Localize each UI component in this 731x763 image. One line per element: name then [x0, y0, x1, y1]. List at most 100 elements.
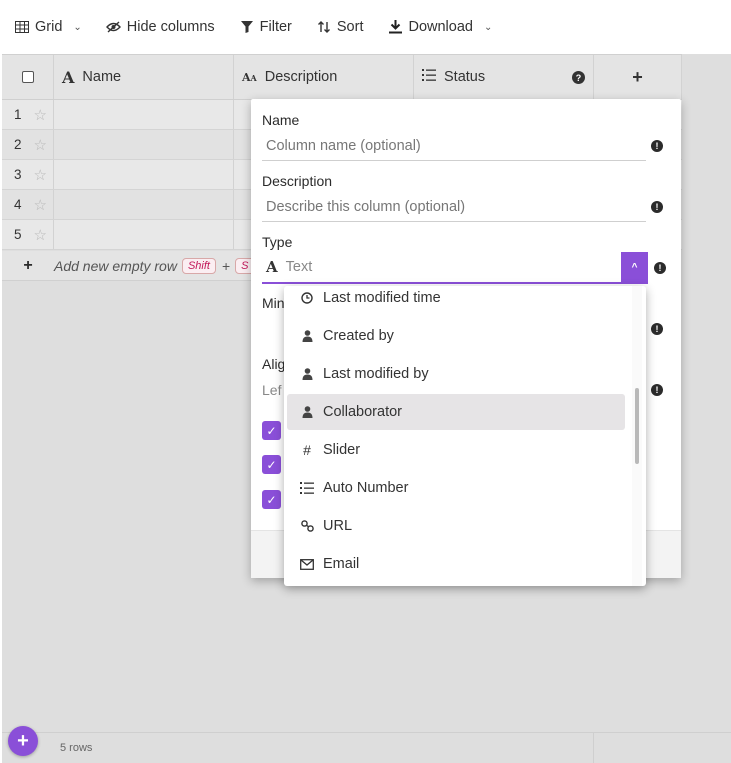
menu-item-slider[interactable]: # Slider: [287, 432, 625, 468]
person-icon: [299, 330, 315, 342]
column-name-input[interactable]: Column name (optional): [262, 131, 646, 161]
hide-columns-button[interactable]: Hide columns: [104, 12, 225, 42]
option-checkbox[interactable]: ✓: [262, 421, 281, 440]
type-select[interactable]: A Text ^: [262, 252, 648, 284]
column-header-status[interactable]: Status ?: [414, 55, 594, 99]
row-number: 1: [14, 107, 22, 122]
plus-icon[interactable]: +: [2, 257, 54, 275]
menu-item-label: Collaborator: [323, 404, 402, 420]
menu-item-last-modified-by[interactable]: Last modified by: [287, 356, 625, 392]
grid-view-button[interactable]: Grid ⌄: [12, 12, 92, 42]
footer-divider: [593, 733, 594, 763]
add-row-bar[interactable]: + Add new empty row Shift + S: [2, 251, 256, 281]
option-checkbox[interactable]: ✓: [262, 455, 281, 474]
info-icon[interactable]: !: [651, 384, 663, 396]
align-field-value[interactable]: Lef: [262, 382, 284, 398]
column-header-description[interactable]: AA Description: [234, 55, 414, 99]
table-cell[interactable]: [54, 160, 234, 189]
hash-icon: #: [303, 442, 311, 458]
row-number: 2: [14, 137, 22, 152]
type-dropdown-menu: Last modified time Created by Last modif…: [284, 286, 646, 586]
star-icon[interactable]: ☆: [34, 166, 47, 184]
column-header-description-label: Description: [264, 69, 338, 85]
info-icon[interactable]: !: [654, 262, 666, 274]
shortcut-key: Shift: [181, 257, 216, 274]
long-text-type-icon: AA: [242, 70, 257, 84]
menu-item-label: Created by: [323, 328, 394, 344]
add-column-button[interactable]: +: [594, 55, 682, 99]
star-icon[interactable]: ☆: [34, 136, 47, 154]
menu-item-email[interactable]: Email: [287, 546, 625, 582]
menu-item-created-by[interactable]: Created by: [287, 318, 625, 354]
description-field-label: Description: [262, 173, 333, 189]
info-icon[interactable]: !: [651, 140, 663, 152]
chevron-down-icon: ⌄: [73, 21, 82, 33]
grid-view-label: Grid: [35, 19, 63, 35]
add-row-label: Add new empty row: [54, 257, 177, 274]
row-number: 3: [14, 167, 22, 182]
row-number-cell: 5 ☆: [2, 220, 54, 249]
plus-icon: +: [17, 729, 29, 752]
menu-item-collaborator[interactable]: Collaborator: [287, 394, 625, 430]
menu-item-label: Email: [323, 556, 360, 572]
person-icon: [299, 406, 315, 418]
column-header-name[interactable]: A Name: [54, 55, 234, 99]
menu-item-last-modified-time[interactable]: Last modified time: [287, 286, 625, 316]
check-icon: ✓: [266, 492, 277, 507]
table-cell[interactable]: [54, 100, 234, 129]
filter-button[interactable]: Filter: [237, 12, 302, 42]
star-icon[interactable]: ☆: [34, 106, 47, 124]
row-number-cell: 2 ☆: [2, 130, 54, 159]
menu-item-label: URL: [323, 518, 353, 534]
filter-label: Filter: [259, 19, 292, 35]
star-icon[interactable]: ☆: [34, 226, 47, 244]
scrollbar-thumb[interactable]: [635, 388, 639, 464]
select-all-cell[interactable]: [2, 55, 54, 99]
row-count: 5 rows: [60, 742, 93, 754]
chevron-up-icon[interactable]: ^: [621, 252, 648, 282]
option-checkbox[interactable]: ✓: [262, 490, 281, 509]
toolbar: Grid ⌄ Hide columns Filter Sort Download…: [0, 0, 731, 54]
check-icon: ✓: [266, 423, 277, 438]
column-header-name-label: Name: [82, 69, 122, 85]
column-name-placeholder: Column name (optional): [266, 137, 421, 154]
plus-icon: +: [632, 66, 643, 87]
download-button[interactable]: Download ⌄: [385, 12, 502, 42]
info-icon[interactable]: !: [651, 323, 663, 335]
row-number-cell: 1 ☆: [2, 100, 54, 129]
row-number: 5: [14, 227, 22, 242]
add-record-button[interactable]: +: [8, 726, 38, 756]
min-field-label: Min: [262, 295, 284, 311]
table-cell[interactable]: [54, 220, 234, 249]
grid-footer: 5 rows: [2, 732, 731, 763]
table-cell[interactable]: [54, 130, 234, 159]
sort-label: Sort: [336, 19, 364, 35]
link-icon: [299, 520, 315, 532]
help-icon[interactable]: ?: [572, 71, 585, 84]
grid-icon: [14, 19, 30, 35]
download-icon: [387, 19, 403, 35]
menu-item-label: Last modified by: [323, 366, 429, 382]
select-all-checkbox[interactable]: [21, 71, 34, 83]
star-icon[interactable]: ☆: [34, 196, 47, 214]
chevron-down-icon: ⌄: [483, 21, 493, 33]
text-type-icon: A: [266, 258, 278, 276]
type-select-value: Text: [285, 259, 313, 275]
type-field-label: Type: [262, 234, 293, 250]
grid-header: A Name AA Description Status ? +: [2, 54, 682, 100]
align-field-label: Alig: [262, 356, 284, 372]
info-icon[interactable]: !: [651, 201, 663, 213]
table-cell[interactable]: [54, 190, 234, 219]
menu-item-url[interactable]: URL: [287, 508, 625, 544]
menu-item-label: Auto Number: [323, 480, 409, 496]
numbered-list-icon: [299, 482, 315, 494]
list-type-icon: [422, 69, 436, 85]
clock-icon: [299, 292, 315, 304]
menu-item-label: Slider: [323, 442, 361, 458]
name-field-label: Name: [262, 112, 300, 128]
text-type-icon: A: [62, 67, 75, 87]
shortcut-plus: +: [221, 257, 231, 274]
sort-button[interactable]: Sort: [314, 12, 374, 42]
menu-item-auto-number[interactable]: Auto Number: [287, 470, 625, 506]
column-description-input[interactable]: Describe this column (optional): [262, 192, 646, 222]
